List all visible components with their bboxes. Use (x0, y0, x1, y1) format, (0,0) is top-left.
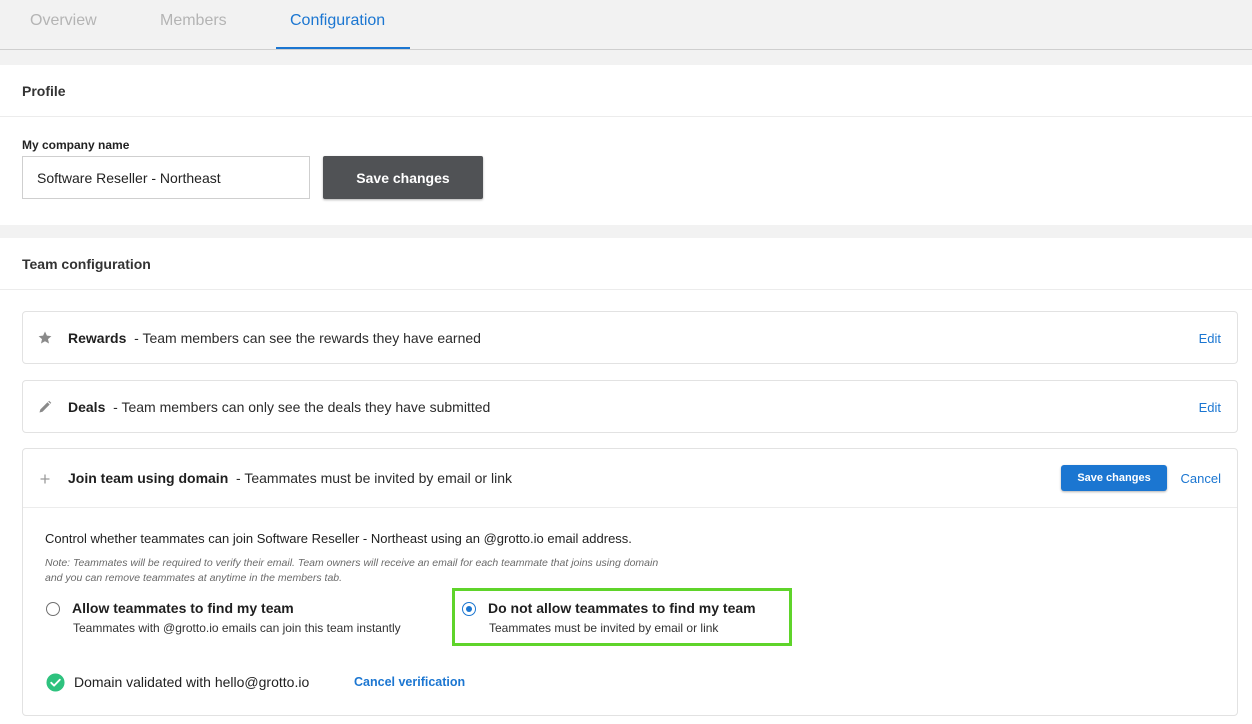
rewards-desc: - Team members can see the rewards they … (134, 330, 481, 346)
domain-note-line2: and you can remove teammates at anytime … (45, 572, 343, 584)
allow-option-title[interactable]: Allow teammates to find my team (72, 600, 294, 616)
team-config-card: Team configuration Rewards - Team member… (0, 238, 1252, 724)
profile-save-button[interactable]: Save changes (323, 156, 483, 199)
domain-title: Join team using domain (68, 470, 229, 486)
star-icon (38, 331, 52, 344)
deals-text: Deals - Team members can only see the de… (68, 399, 490, 415)
deals-edit-link[interactable]: Edit (1199, 400, 1221, 415)
profile-card: Profile My company name Save changes (0, 65, 1252, 225)
deals-row: Deals - Team members can only see the de… (22, 380, 1238, 433)
rewards-title: Rewards (68, 330, 127, 346)
team-config-header: Team configuration (0, 238, 1252, 290)
profile-header: Profile (0, 65, 1252, 117)
domain-control-text: Control whether teammates can join Softw… (45, 531, 632, 546)
tab-configuration[interactable]: Configuration (276, 0, 410, 49)
tab-bar: Overview Members Configuration (0, 0, 1252, 50)
domain-cancel-link[interactable]: Cancel (1181, 471, 1221, 486)
company-name-label: My company name (22, 138, 130, 152)
cancel-verification-link[interactable]: Cancel verification (354, 675, 465, 689)
check-circle-icon (46, 673, 65, 692)
domain-text: Join team using domain - Teammates must … (68, 470, 512, 486)
rewards-edit-link[interactable]: Edit (1199, 331, 1221, 346)
pencil-icon (39, 400, 52, 413)
rewards-text: Rewards - Team members can see the rewar… (68, 330, 481, 346)
domain-note-line1: Note: Teammates will be required to veri… (45, 557, 659, 569)
domain-validated-text: Domain validated with hello@grotto.io (74, 674, 310, 690)
domain-row: Join team using domain - Teammates must … (22, 448, 1238, 716)
domain-save-button[interactable]: Save changes (1061, 465, 1167, 491)
allow-radio[interactable] (46, 602, 60, 616)
plus-icon[interactable] (37, 471, 53, 487)
deals-desc: - Team members can only see the deals th… (113, 399, 491, 415)
selected-option-highlight (452, 588, 792, 646)
tab-members[interactable]: Members (146, 0, 241, 49)
allow-option-desc: Teammates with @grotto.io emails can joi… (73, 621, 401, 635)
deny-option-title[interactable]: Do not allow teammates to find my team (488, 600, 756, 616)
deny-radio[interactable] (462, 602, 476, 616)
rewards-row: Rewards - Team members can see the rewar… (22, 311, 1238, 364)
deny-option-desc: Teammates must be invited by email or li… (489, 621, 719, 635)
company-name-input[interactable] (22, 156, 310, 199)
domain-divider (23, 507, 1237, 508)
deals-title: Deals (68, 399, 106, 415)
domain-desc: - Teammates must be invited by email or … (236, 470, 512, 486)
tab-overview[interactable]: Overview (16, 0, 111, 49)
